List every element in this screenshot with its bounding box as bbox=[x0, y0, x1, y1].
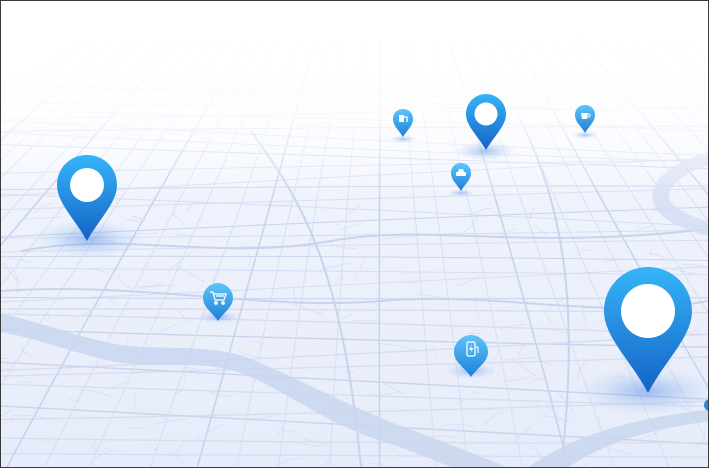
map-frame bbox=[0, 0, 709, 468]
city-map[interactable] bbox=[1, 1, 708, 467]
